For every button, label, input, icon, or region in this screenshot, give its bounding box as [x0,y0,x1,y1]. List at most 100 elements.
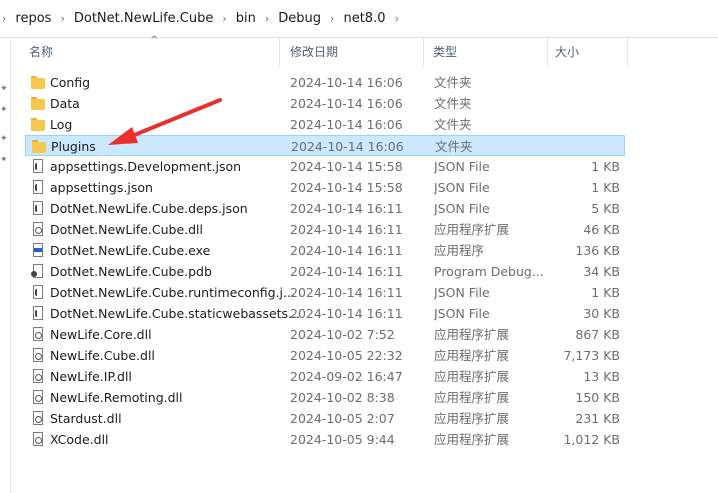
file-type: Program Debug... [434,264,544,279]
chevron-right-icon[interactable]: › [216,12,232,25]
column-header-date[interactable]: 修改日期 [280,38,424,66]
file-type: JSON File [434,159,490,174]
column-header-label: 大小 [555,45,580,59]
json-file-icon [31,285,45,300]
chevron-right-icon[interactable]: › [259,12,275,25]
file-size: 231 KB [575,411,620,426]
breadcrumb-bin[interactable]: bin [233,11,259,26]
file-modified-date: 2024-09-02 16:47 [290,369,403,384]
chevron-right-icon[interactable]: › [54,12,70,25]
file-modified-date: 2024-10-14 15:58 [290,159,403,174]
pin-icon[interactable]: ✦ [0,84,8,94]
file-modified-date: 2024-10-14 16:11 [290,285,403,300]
column-header-label: 类型 [433,45,458,59]
file-name: DotNet.NewLife.Cube.staticwebassets... [50,306,300,321]
file-row[interactable]: appsettings.json 2024-10-14 15:58 JSON Fil… [25,177,625,198]
file-name: Stardust.dll [50,411,122,426]
file-row[interactable]: NewLife.IP.dll 2024-09-02 16:47 应用程序扩展 13 K… [25,366,625,387]
dll-file-icon [31,390,45,405]
chevron-right-icon[interactable]: › [388,12,404,25]
navigation-pane: ✦ ✦ ✦ ✦ [0,38,11,493]
file-row[interactable]: DotNet.NewLife.Cube.deps.json 2024-10-14 … [25,198,625,219]
pin-icon[interactable]: ✦ [0,134,8,144]
file-row[interactable]: DotNet.NewLife.Cube.pdb 2024-10-14 16:11 P… [25,261,625,282]
breadcrumb-net8[interactable]: net8.0 [340,11,388,26]
file-type: 文件夹 [434,75,472,90]
file-type: 应用程序 [434,243,485,258]
file-modified-date: 2024-10-14 16:11 [290,222,403,237]
folder-icon [31,75,45,90]
file-list: Config 2024-10-14 16:06 文件夹 Data 2024-10-14 … [25,72,625,450]
file-name: DotNet.NewLife.Cube.pdb [50,264,212,279]
file-modified-date: 2024-10-14 16:06 [290,75,403,90]
file-row[interactable]: Config 2024-10-14 16:06 文件夹 [25,72,625,93]
file-size: 7,173 KB [563,348,620,363]
dll-file-icon [31,327,45,342]
file-row[interactable]: DotNet.NewLife.Cube.dll 2024-10-14 16:11 应… [25,219,625,240]
pin-icon[interactable]: ✦ [0,105,8,115]
column-header-label: 修改日期 [290,45,339,59]
file-row[interactable]: NewLife.Cube.dll 2024-10-05 22:32 应用程序扩展 7,… [25,345,625,366]
dll-file-icon [31,369,45,384]
file-size: 136 KB [575,243,620,258]
file-type: 文件夹 [434,117,472,132]
file-name: Config [50,75,91,90]
breadcrumb-project[interactable]: DotNet.NewLife.Cube [71,11,217,26]
file-name: DotNet.NewLife.Cube.runtimeconfig.j... [50,285,295,300]
pin-icon[interactable]: ✦ [0,155,8,165]
file-row[interactable]: DotNet.NewLife.Cube.exe 2024-10-14 16:11 应… [25,240,625,261]
file-modified-date: 2024-10-14 16:06 [290,117,403,132]
address-bar[interactable]: › repos › DotNet.NewLife.Cube › bin › De… [0,0,718,38]
column-header-size[interactable]: 大小 [548,38,628,66]
file-row[interactable]: Data 2024-10-14 16:06 文件夹 [25,93,625,114]
folder-icon [31,117,45,132]
file-name: DotNet.NewLife.Cube.exe [50,243,211,258]
file-modified-date: 2024-10-05 2:07 [290,411,395,426]
json-file-icon [31,180,45,195]
file-row[interactable]: appsettings.Development.json 2024-10-14 1… [25,156,625,177]
file-type: 应用程序扩展 [434,327,510,342]
pdb-file-icon [31,264,45,279]
file-type: 文件夹 [434,96,472,111]
file-name: appsettings.json [50,180,153,195]
folder-icon [31,96,45,111]
file-row[interactable]: DotNet.NewLife.Cube.staticwebassets... 20… [25,303,625,324]
file-type: JSON File [434,201,490,216]
file-row[interactable]: NewLife.Remoting.dll 2024-10-02 8:38 应用程序扩… [25,387,625,408]
file-modified-date: 2024-10-05 9:44 [290,432,395,447]
file-row[interactable]: XCode.dll 2024-10-05 9:44 应用程序扩展 1,012 KB [25,429,625,450]
column-header-type[interactable]: 类型 [424,38,548,66]
file-type: 应用程序扩展 [434,369,510,384]
breadcrumb-debug[interactable]: Debug [275,11,324,26]
file-modified-date: 2024-10-14 16:11 [290,243,403,258]
file-modified-date: 2024-10-05 22:32 [290,348,403,363]
file-row[interactable]: NewLife.Core.dll 2024-10-02 7:52 应用程序扩展 867… [25,324,625,345]
file-size: 13 KB [583,369,620,384]
column-header-name[interactable]: 名称 [18,38,280,66]
file-modified-date: 2024-10-14 16:06 [290,96,403,111]
breadcrumb-repos[interactable]: repos [12,11,54,26]
file-name: DotNet.NewLife.Cube.deps.json [50,201,248,216]
file-name: NewLife.Cube.dll [50,348,155,363]
breadcrumb-label: repos [15,11,52,26]
file-size: 30 KB [583,306,620,321]
json-file-icon [31,306,45,321]
file-name: Log [50,117,73,132]
file-row[interactable]: DotNet.NewLife.Cube.runtimeconfig.j... 20… [25,282,625,303]
breadcrumb-label: DotNet.NewLife.Cube [73,11,214,26]
file-row[interactable]: Log 2024-10-14 16:06 文件夹 [25,114,625,135]
file-name: DotNet.NewLife.Cube.dll [50,222,203,237]
file-row[interactable]: Stardust.dll 2024-10-05 2:07 应用程序扩展 231 KB [25,408,625,429]
file-size: 34 KB [583,264,620,279]
file-type: JSON File [434,285,490,300]
json-file-icon [31,201,45,216]
file-type: 文件夹 [435,139,473,154]
chevron-right-icon[interactable]: › [324,12,340,25]
file-size [545,114,620,135]
file-name: NewLife.Core.dll [50,327,152,342]
file-type: 应用程序扩展 [434,222,510,237]
file-type: 应用程序扩展 [434,432,510,447]
dll-file-icon [31,222,45,237]
file-row[interactable]: Plugins 2024-10-14 16:06 文件夹 [25,135,625,156]
file-name: Plugins [51,139,96,154]
